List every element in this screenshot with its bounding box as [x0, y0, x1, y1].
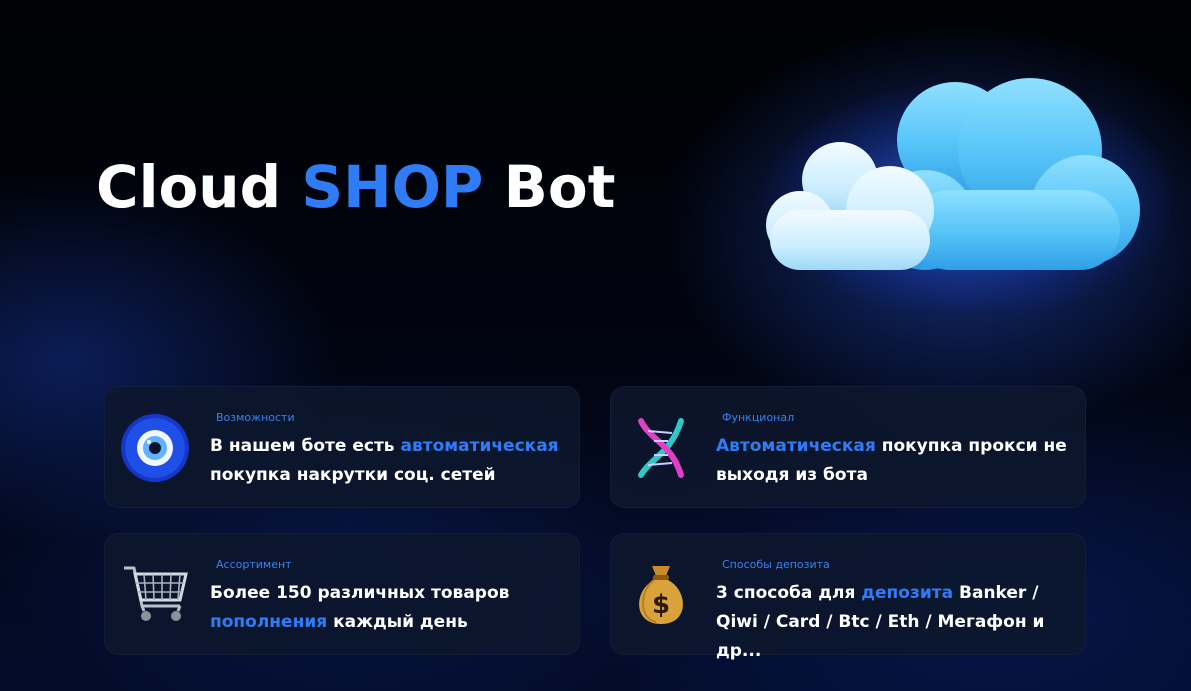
card-text-part: Banker / [953, 583, 1039, 603]
title-word-shop: SHOP [301, 153, 484, 221]
feature-card-deposit-methods: $ Способы депозита 3 способа для депозит… [610, 533, 1086, 661]
title-word-cloud: Cloud [96, 153, 282, 221]
card-text-line: покупка накрутки соц. сетей [210, 465, 496, 485]
dna-icon [638, 418, 684, 478]
card-text-line: Более 150 различных товаров [210, 583, 510, 603]
card-text: 3 способа для депозита Banker / Qiwi / C… [716, 579, 1076, 666]
card-text-highlight: автоматическая [400, 436, 559, 456]
card-label: Функционал [722, 411, 795, 424]
page-title: Cloud SHOP Bot [96, 158, 615, 216]
feature-card-capabilities: Возможности В нашем боте есть автоматиче… [104, 386, 580, 508]
evil-eye-icon [121, 414, 189, 482]
feature-card-functionality: Функционал Автоматическая покупка прокси… [610, 386, 1086, 508]
card-text: В нашем боте есть автоматическая покупка… [210, 432, 570, 490]
feature-card-assortment: Ассортимент Более 150 различных товаров … [104, 533, 580, 655]
card-text-part: каждый день [327, 612, 468, 632]
card-text-highlight: депозита [861, 583, 954, 603]
card-text: Автоматическая покупка прокси не выходя … [716, 432, 1076, 490]
card-text-highlight: пополнения [210, 612, 328, 632]
card-label: Ассортимент [216, 558, 292, 571]
card-text-part: покупка прокси не [875, 436, 1067, 456]
card-text-line: выходя из бота [716, 465, 868, 485]
cloud-icon [760, 78, 1170, 310]
card-label: Возможности [216, 411, 295, 424]
title-word-bot: Bot [503, 153, 616, 221]
svg-text:$: $ [652, 590, 670, 620]
card-text-part: В нашем боте есть [210, 436, 401, 456]
card-text-line: Qiwi / Card / Btc / Eth / Мегафон и др..… [716, 612, 1045, 661]
card-text-highlight: Автоматическая [716, 436, 876, 456]
money-bag-icon: $ [639, 566, 683, 624]
card-text-part: 3 способа для [716, 583, 862, 603]
card-label: Способы депозита [722, 558, 830, 571]
shopping-cart-icon [124, 566, 188, 621]
card-text: Более 150 различных товаров пополнения к… [210, 579, 570, 637]
